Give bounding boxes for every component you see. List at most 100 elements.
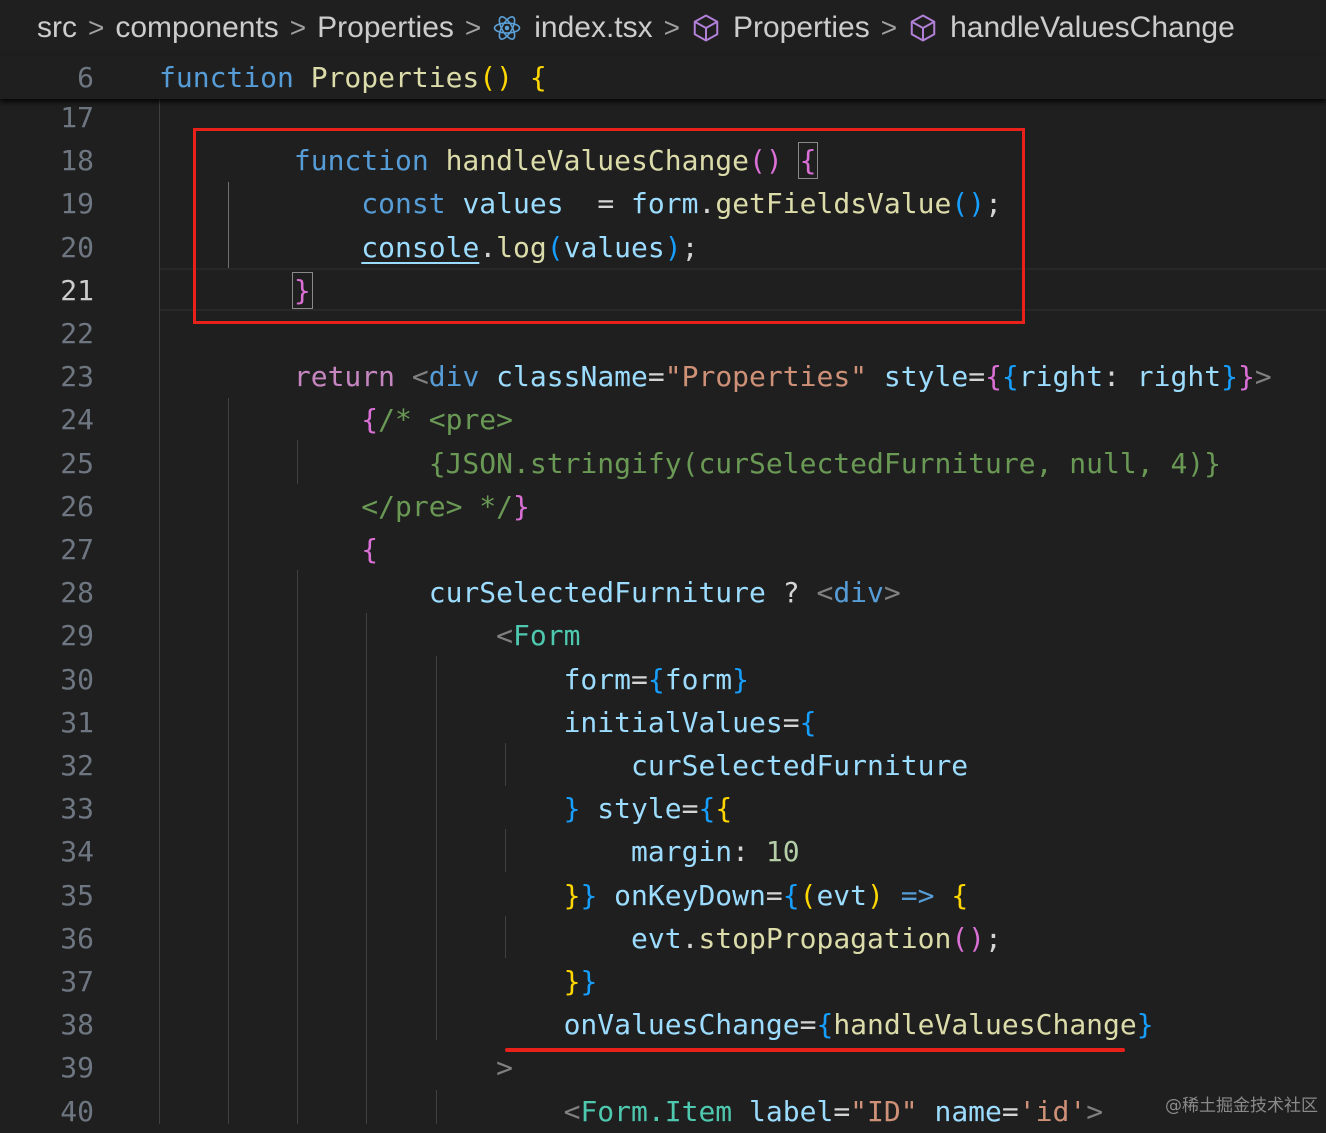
code-token: => [900,878,935,912]
line-number: 6 [77,61,94,94]
line-number: 37 [60,965,94,998]
code-token: = [833,1094,851,1128]
breadcrumb-item[interactable]: Properties [691,11,870,45]
code-token: handleValuesChange [833,1008,1137,1042]
breadcrumb-item[interactable]: Properties [317,11,454,45]
code-token: } [563,965,581,998]
indent-guide [297,570,298,1124]
code-token: { [782,878,800,912]
code-token: stopPropagation [698,921,952,955]
breadcrumb-item[interactable]: components [115,11,278,45]
code-line[interactable]: <Form [159,614,580,657]
breadcrumb-item[interactable]: handleValuesChange [908,11,1235,45]
code-line[interactable]: } style={{ [159,787,733,830]
line-number: 33 [60,792,94,826]
line-number: 26 [60,489,94,523]
code-token: right [1018,360,1104,394]
code-token: { [1001,360,1019,394]
code-token: > [496,1051,514,1085]
chevron-right-icon: > [663,12,680,43]
code-token: style [883,360,969,394]
line-number: 35 [60,878,94,912]
indent-guide [159,96,160,1124]
sticky-scroll-header[interactable]: 6 function Properties() { [0,56,1326,99]
breadcrumb-label: Properties [733,11,870,44]
code-line[interactable]: { [159,528,378,571]
code-token: } [1136,1008,1154,1042]
code-token: function [159,61,294,94]
code-line[interactable]: > [159,1046,513,1089]
line-number: 19 [60,187,94,221]
breadcrumb-item[interactable]: src [37,11,77,45]
code-line[interactable]: return <div className="Properties" style… [159,355,1272,398]
code-token: = [968,360,986,394]
code-line[interactable]: function Properties() { [159,56,547,99]
code-token: } [732,662,750,696]
code-token: { [361,533,379,566]
code-token: < [816,576,834,610]
code-token: } [513,489,530,523]
code-token: () [951,921,986,955]
code-token: 10 [765,835,800,869]
code-line[interactable]: evt.stopPropagation(); [159,917,1002,960]
code-line[interactable]: <Form.Item label="ID" name='id'> [159,1090,1103,1133]
breadcrumb-label: handleValuesChange [950,11,1235,44]
code-line[interactable]: </pre> */} [159,485,530,528]
breadcrumb: src > components > Properties > index.tsx > Prop… [0,0,1326,56]
line-number: 28 [60,576,94,610]
code-line[interactable]: initialValues={ [159,701,817,744]
code-line[interactable]: curSelectedFurniture ? <div> [159,571,901,614]
chevron-right-icon: > [88,12,105,43]
code-line[interactable]: }} onKeyDown={(evt) => { [159,874,969,917]
code-token: { [529,61,547,94]
code-line[interactable]: {/* <pre> [159,398,513,441]
code-token: className [496,360,648,394]
chevron-right-icon: > [289,12,307,43]
code-token: { [698,792,716,826]
indent-guide [297,440,298,484]
chevron-right-icon: > [880,12,898,43]
code-token: curSelectedFurniture [428,576,766,610]
line-number: 22 [60,317,94,350]
code-token: < [563,1094,581,1128]
line-number: 40 [60,1094,94,1128]
code-token: ? [765,576,817,610]
code-line[interactable]: form={form} [159,658,749,701]
line-number: 24 [60,403,94,437]
code-token: initialValues [563,705,783,739]
line-number: 32 [60,749,94,782]
code-line[interactable]: onValuesChange={handleValuesChange} [159,1003,1154,1046]
line-number: 25 [60,446,94,480]
code-token: = [765,878,783,912]
code-token: } [580,878,598,912]
code-line[interactable]: curSelectedFurniture [159,744,968,787]
code-line[interactable]: margin: 10 [159,830,800,873]
code-token: "ID" [850,1094,918,1128]
code-token: 'id' [1018,1094,1087,1128]
annotation-underline [505,1048,1125,1052]
code-token: curSelectedFurniture [631,749,969,782]
code-token: onKeyDown [614,878,766,912]
indent-guide [436,1090,437,1124]
annotation-box [193,128,1025,324]
code-line[interactable]: }} [159,960,598,1003]
code-line[interactable]: {JSON.stringify(curSelectedFurniture, nu… [159,442,1221,485]
indent-guide [505,829,506,872]
line-number: 20 [60,230,94,264]
breadcrumb-item[interactable]: index.tsx [492,11,653,45]
